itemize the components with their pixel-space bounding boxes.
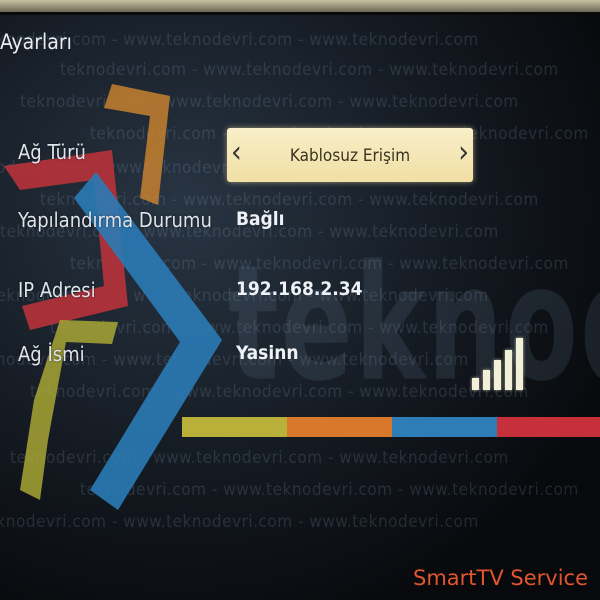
tv-bezel-edge: [0, 12, 600, 15]
network-type-selector[interactable]: ‹ Kablosuz Erişim ›: [227, 128, 473, 182]
network-type-label: Ağ Türü: [18, 140, 86, 164]
signal-bar: [472, 378, 479, 390]
yellow-key-segment: [182, 417, 287, 437]
signal-bar: [483, 370, 490, 390]
network-type-value: Kablosuz Erişim: [289, 146, 411, 166]
network-name-value: Yasinn: [236, 342, 299, 364]
configuration-status-label: Yapılandırma Durumu: [18, 208, 212, 232]
tv-bezel: [0, 0, 600, 12]
ip-address-value: 192.168.2.34: [236, 278, 363, 300]
red-key-segment: [497, 417, 600, 437]
signal-bar: [505, 350, 512, 390]
orange-key-segment: [287, 417, 392, 437]
signal-bar: [494, 360, 501, 390]
network-name-label: Ağ İsmi: [18, 342, 85, 366]
page-title: Ayarları: [0, 30, 72, 54]
blue-key-segment: [392, 417, 497, 437]
watermark-logo-text: teknodevri: [228, 230, 600, 417]
watermark-line: teknodevri.com - www.teknodevri.com - ww…: [60, 60, 559, 80]
configuration-status-value: Bağlı: [236, 208, 285, 230]
signal-bar: [516, 338, 523, 390]
wifi-signal-bars-icon: [470, 334, 530, 390]
chevron-right-icon[interactable]: ›: [458, 138, 469, 168]
ip-address-label: IP Adresi: [18, 278, 96, 302]
tv-screen: teknodevri.com - www.teknodevri.com - ww…: [0, 0, 600, 600]
caption-watermark: SmartTV Service: [412, 566, 588, 590]
remote-color-keys-strip: [182, 417, 600, 437]
